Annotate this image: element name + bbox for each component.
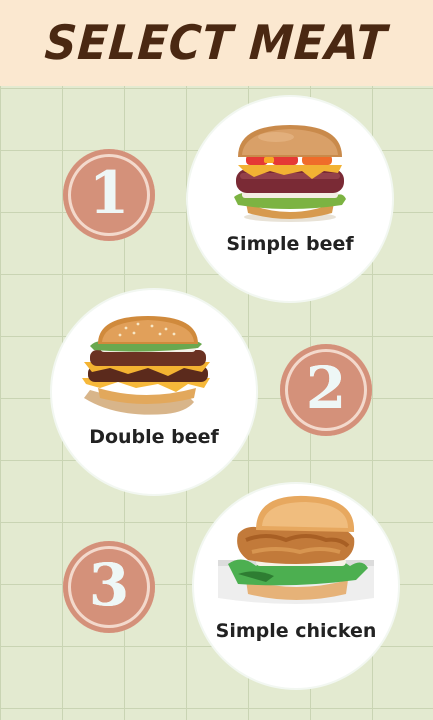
option-card-simple-chicken[interactable]: Simple chicken <box>194 484 398 688</box>
header-bar: SELECT MEAT <box>0 0 433 86</box>
page-title: SELECT MEAT <box>43 15 390 71</box>
step-number: 1 <box>88 159 130 227</box>
beef-burger-image <box>234 125 346 222</box>
chicken-burger-image <box>218 495 374 604</box>
option-label: Simple beef <box>226 233 354 255</box>
option-card-simple-beef[interactable]: Simple beef <box>188 97 392 301</box>
option-card-double-beef[interactable]: Double beef <box>52 290 256 494</box>
step-number: 2 <box>305 354 347 422</box>
step-badge-2: 2 <box>280 344 372 436</box>
step-badge-1: 1 <box>63 149 155 241</box>
step-number: 3 <box>88 551 130 619</box>
option-label: Double beef <box>89 426 219 448</box>
step-badge-3: 3 <box>63 541 155 633</box>
double-beef-burger-image <box>82 316 210 415</box>
option-label: Simple chicken <box>215 620 377 642</box>
